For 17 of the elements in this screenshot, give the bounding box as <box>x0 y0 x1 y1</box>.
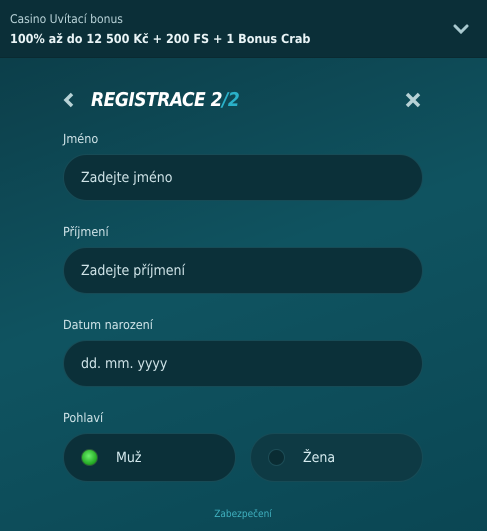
chevron-icon[interactable] <box>453 24 469 34</box>
bonus-offer: 100% až do 12 500 Kč + 200 FS + 1 Bonus Crab <box>10 30 310 46</box>
field-label: Příjmení <box>63 224 109 239</box>
close-icon[interactable] <box>405 92 421 108</box>
field-label: Jméno <box>63 131 98 146</box>
bonus-banner[interactable]: Casino Uvítací bonus 100% až do 12 500 Kč + 200 FS + 1 Bonus Crab <box>0 0 487 58</box>
input-field[interactable]: Zadejte jméno <box>63 154 423 201</box>
field-label: Datum narození <box>63 317 153 332</box>
gender-option[interactable]: Muž <box>63 433 236 482</box>
input-field[interactable]: dd. mm. yyyy <box>63 340 423 387</box>
page-title: REGISTRACE 2/2 <box>91 89 240 111</box>
input-field[interactable]: Zadejte příjmení <box>63 247 423 294</box>
gender-option[interactable]: Žena <box>250 433 423 482</box>
field-label: Pohlaví <box>63 410 104 425</box>
security-link[interactable]: Zabezpečení <box>214 509 272 520</box>
bonus-title: Casino Uvítací bonus <box>10 12 124 26</box>
back-icon[interactable] <box>63 92 75 108</box>
